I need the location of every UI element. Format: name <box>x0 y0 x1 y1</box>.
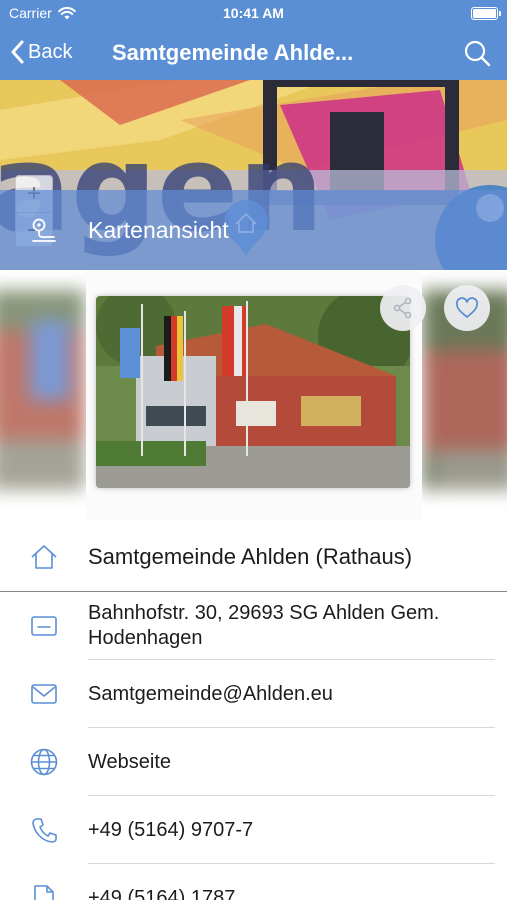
list-item-email[interactable]: Samtgemeinde@Ahlden.eu <box>0 660 507 728</box>
share-button[interactable] <box>380 285 426 331</box>
previous-image-preview[interactable] <box>0 290 85 490</box>
back-label: Back <box>28 40 73 63</box>
battery-icon <box>471 7 501 20</box>
navigation-bar: Back Samtgemeinde Ahlde... <box>0 28 507 80</box>
page-title: Samtgemeinde Ahlde... <box>112 40 354 65</box>
detail-list: Samtgemeinde Ahlden (Rathaus) Bahnhofstr… <box>0 522 507 900</box>
share-icon <box>393 297 412 319</box>
map-view-link[interactable]: Kartenansicht <box>0 190 507 270</box>
heart-icon <box>455 297 479 318</box>
phone-text: +49 (5164) 9707-7 <box>88 818 254 841</box>
mail-icon <box>0 683 88 705</box>
globe-icon <box>0 747 88 777</box>
list-item-fax[interactable]: +49 (5164) 1787 <box>0 864 507 900</box>
address-text: Bahnhofstr. 30, 29693 SG Ahlden Gem. Hod… <box>88 602 440 649</box>
email-text: Samtgemeinde@Ahlden.eu <box>88 682 333 705</box>
back-button[interactable]: Back <box>10 40 72 64</box>
chevron-left-icon <box>11 40 24 64</box>
list-item-address[interactable]: Bahnhofstr. 30, 29693 SG Ahlden Gem. Hod… <box>0 592 507 660</box>
main-image-card[interactable] <box>86 270 422 520</box>
website-text: Webseite <box>88 750 172 773</box>
route-pin-icon <box>0 216 88 244</box>
location-name: Samtgemeinde Ahlden (Rathaus) <box>88 544 413 569</box>
address-card-icon <box>0 614 88 638</box>
status-time: 10:41 AM <box>223 5 284 21</box>
building-photo <box>96 296 410 488</box>
home-icon <box>0 543 88 571</box>
favorite-button[interactable] <box>444 285 490 331</box>
list-item-website[interactable]: Webseite <box>0 728 507 796</box>
list-item-phone[interactable]: +49 (5164) 9707-7 <box>0 796 507 864</box>
fax-document-icon <box>0 884 88 900</box>
phone-icon <box>0 816 88 844</box>
map-view-label: Kartenansicht <box>88 216 229 243</box>
list-item-name: Samtgemeinde Ahlden (Rathaus) <box>0 522 507 592</box>
image-gallery[interactable] <box>0 270 507 520</box>
fax-text: +49 (5164) 1787 <box>88 886 236 900</box>
top-bar: Carrier 10:41 AM Back Samtgemeinde Ahlde… <box>0 0 507 80</box>
status-bar: Carrier 10:41 AM <box>0 0 507 28</box>
search-icon <box>464 40 491 67</box>
search-button[interactable] <box>463 39 491 72</box>
